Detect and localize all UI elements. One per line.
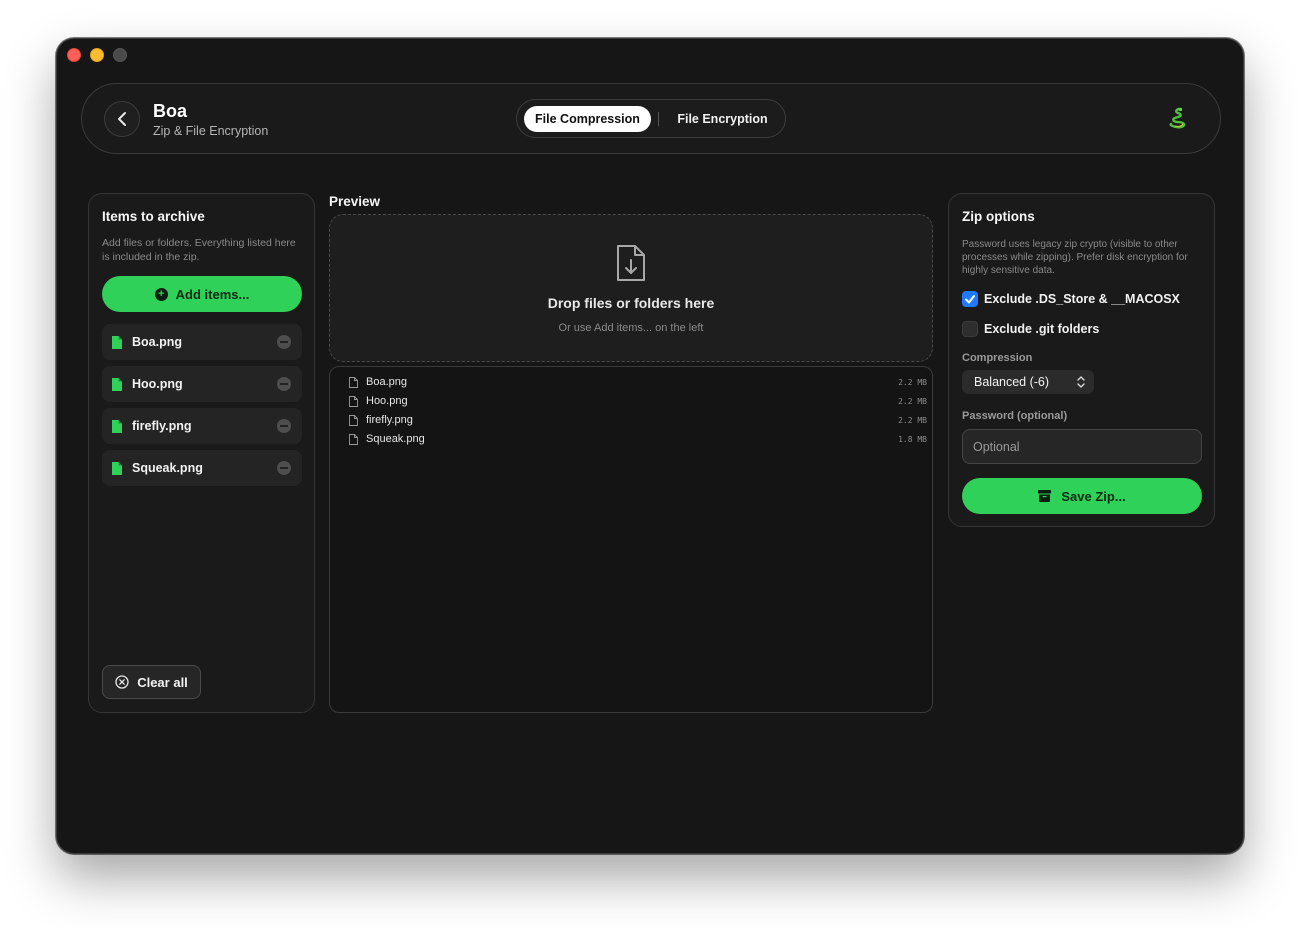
- tab-separator: [658, 112, 659, 126]
- back-button[interactable]: [104, 101, 140, 137]
- preview-label: Preview: [329, 194, 381, 209]
- file-size: 2.2 MB: [898, 396, 927, 406]
- app-subtitle: Zip & File Encryption: [153, 124, 269, 138]
- plus-circle-icon: +: [154, 287, 168, 301]
- exclude-git-checkbox[interactable]: [962, 321, 978, 337]
- exclude-git-label: Exclude .git folders: [984, 322, 1100, 336]
- zip-options-description: Password uses legacy zip crypto (visible…: [962, 239, 1188, 276]
- add-items-button[interactable]: + Add items...: [102, 276, 302, 312]
- drop-zone-subtitle: Or use Add items... on the left: [558, 322, 704, 334]
- window-controls: [67, 48, 127, 62]
- table-row[interactable]: firefly.png 2.2 MB: [349, 411, 927, 429]
- file-icon: [112, 335, 122, 349]
- list-item[interactable]: Boa.png: [102, 324, 302, 360]
- tab-file-encryption[interactable]: File Encryption: [665, 106, 780, 132]
- document-icon: [349, 395, 358, 407]
- document-icon: [349, 376, 358, 388]
- list-item[interactable]: Squeak.png: [102, 450, 302, 486]
- list-item-name: firefly.png: [132, 419, 192, 433]
- x-circle-icon: [115, 675, 129, 689]
- close-window-button[interactable]: [67, 48, 81, 62]
- file-size: 2.2 MB: [898, 415, 927, 425]
- file-name: Hoo.png: [366, 395, 408, 407]
- preview-file-list: Boa.png 2.2 MB Hoo.png 2.2 MB firefly.pn…: [329, 366, 933, 713]
- remove-item-icon[interactable]: [277, 419, 291, 433]
- clear-all-label: Clear all: [137, 674, 188, 690]
- drop-zone[interactable]: Drop files or folders here Or use Add it…: [329, 214, 933, 362]
- list-item-name: Boa.png: [132, 335, 182, 349]
- file-icon: [112, 377, 122, 391]
- file-name: Squeak.png: [366, 433, 425, 445]
- table-row[interactable]: Hoo.png 2.2 MB: [349, 392, 927, 410]
- tab-file-compression[interactable]: File Compression: [524, 106, 651, 132]
- clear-all-button[interactable]: Clear all: [102, 665, 201, 699]
- items-panel: Items to archive Add files or folders. E…: [88, 193, 315, 713]
- file-download-icon: [617, 245, 645, 281]
- list-item[interactable]: firefly.png: [102, 408, 302, 444]
- table-row[interactable]: Squeak.png 1.8 MB: [349, 430, 927, 448]
- snake-logo-icon: [1169, 107, 1186, 129]
- zip-options-title: Zip options: [962, 209, 1035, 224]
- password-label: Password (optional): [962, 410, 1068, 422]
- items-panel-title: Items to archive: [102, 209, 205, 224]
- header-bar: Boa Zip & File Encryption File Compressi…: [81, 83, 1221, 154]
- app-window: Boa Zip & File Encryption File Compressi…: [56, 38, 1244, 854]
- exclude-ds-store-label: Exclude .DS_Store & __MACOSX: [984, 292, 1180, 306]
- file-size: 1.8 MB: [898, 434, 927, 444]
- file-icon: [112, 419, 122, 433]
- compression-select[interactable]: Balanced (-6): [962, 370, 1094, 394]
- remove-item-icon[interactable]: [277, 335, 291, 349]
- exclude-ds-store-checkbox[interactable]: [962, 291, 978, 307]
- app-title: Boa: [153, 101, 188, 121]
- save-zip-button[interactable]: Save Zip...: [962, 478, 1202, 514]
- items-panel-description: Add files or folders. Everything listed …: [102, 237, 296, 263]
- minimize-window-button[interactable]: [90, 48, 104, 62]
- file-size: 2.2 MB: [898, 377, 927, 387]
- remove-item-icon[interactable]: [277, 377, 291, 391]
- checkmark-icon: [965, 295, 975, 304]
- list-item[interactable]: Hoo.png: [102, 366, 302, 402]
- archive-box-icon: [1038, 490, 1052, 502]
- zoom-window-button[interactable]: [113, 48, 127, 62]
- mode-segmented-control: File Compression File Encryption: [516, 99, 786, 138]
- compression-value: Balanced (-6): [974, 375, 1050, 389]
- add-items-label: Add items...: [175, 286, 250, 302]
- file-icon: [112, 461, 122, 475]
- save-zip-label: Save Zip...: [1061, 488, 1126, 504]
- table-row[interactable]: Boa.png 2.2 MB: [349, 373, 927, 391]
- compression-label: Compression: [962, 352, 1033, 364]
- zip-options-panel: Zip options Password uses legacy zip cry…: [948, 193, 1215, 527]
- chevron-left-icon: [118, 112, 126, 126]
- document-icon: [349, 433, 358, 445]
- drop-zone-title: Drop files or folders here: [547, 295, 715, 311]
- list-item-name: Hoo.png: [132, 377, 183, 391]
- password-input[interactable]: [962, 429, 1202, 464]
- document-icon: [349, 414, 358, 426]
- file-name: Boa.png: [366, 376, 407, 388]
- remove-item-icon[interactable]: [277, 461, 291, 475]
- list-item-name: Squeak.png: [132, 461, 203, 475]
- chevron-up-down-icon: [1077, 376, 1085, 388]
- file-name: firefly.png: [366, 414, 413, 426]
